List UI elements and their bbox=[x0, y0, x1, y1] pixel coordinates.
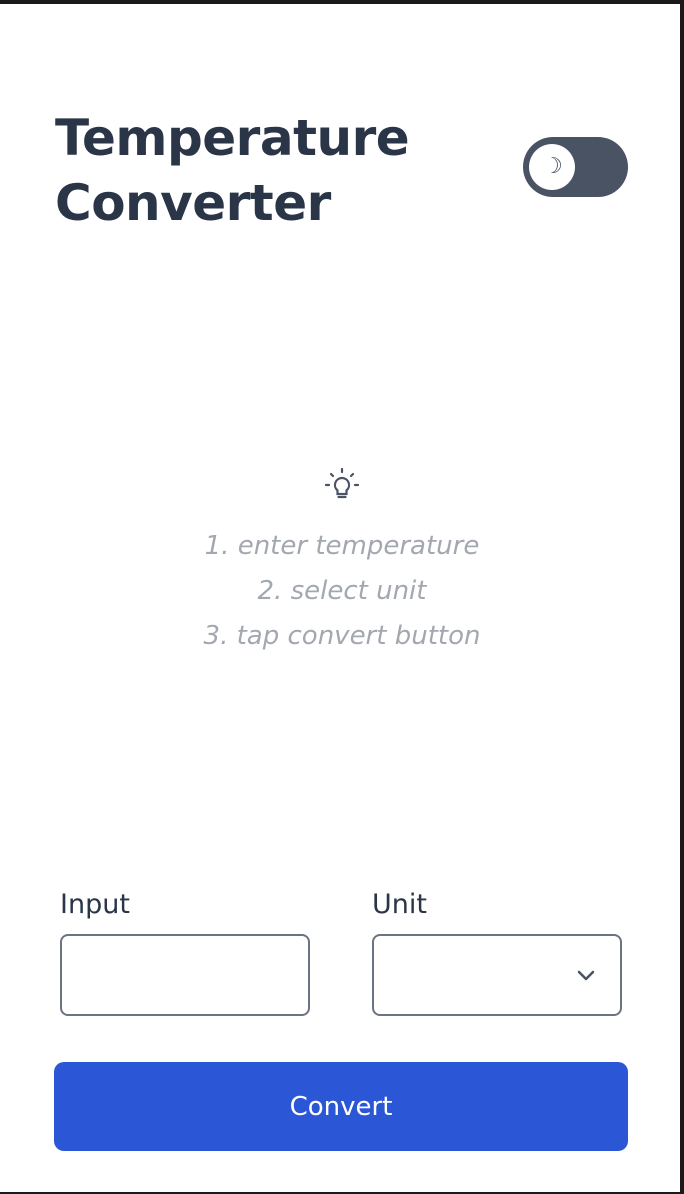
page-title: Temperature Converter bbox=[55, 106, 475, 236]
lightbulb-icon bbox=[324, 467, 360, 499]
instruction-step: 2. select unit bbox=[257, 576, 427, 606]
input-label: Input bbox=[60, 889, 130, 920]
page-title-line1: Temperature bbox=[55, 109, 410, 167]
instructions: 1. enter temperature 2. select unit 3. t… bbox=[0, 466, 684, 659]
page-title-line2: Converter bbox=[55, 174, 331, 232]
app-screen: Temperature Converter ☽ 1. enter tempera… bbox=[0, 4, 680, 1192]
dark-mode-toggle[interactable]: ☽ bbox=[523, 137, 628, 197]
instruction-step: 3. tap convert button bbox=[203, 621, 481, 651]
unit-select[interactable] bbox=[372, 934, 622, 1016]
instruction-list: 1. enter temperature 2. select unit 3. t… bbox=[0, 524, 684, 659]
instruction-step: 1. enter temperature bbox=[204, 531, 480, 561]
temperature-input[interactable] bbox=[60, 934, 310, 1016]
toggle-knob: ☽ bbox=[529, 144, 575, 190]
moon-icon: ☽ bbox=[543, 154, 563, 179]
unit-label: Unit bbox=[372, 889, 427, 920]
convert-button[interactable]: Convert bbox=[54, 1062, 628, 1151]
chevron-down-icon bbox=[577, 970, 595, 981]
